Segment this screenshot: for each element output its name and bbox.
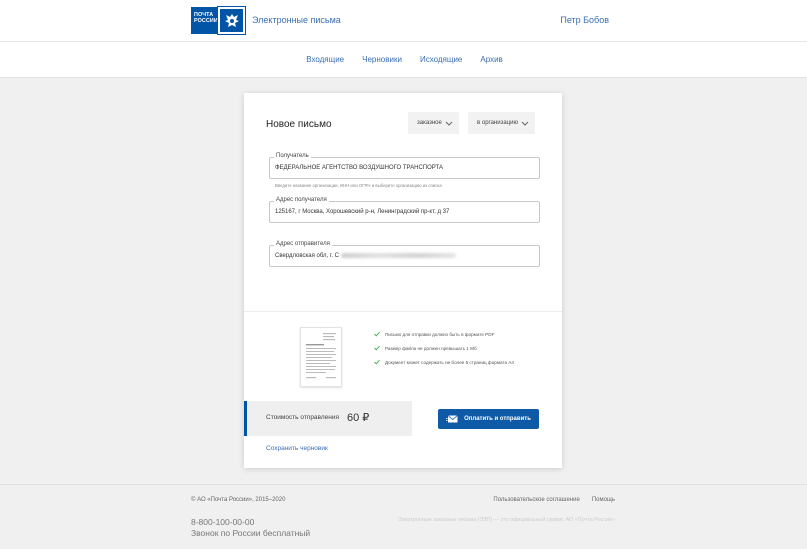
phone-note: Звонок по России бесплатный: [191, 528, 311, 538]
nav-drafts[interactable]: Черновики: [362, 55, 402, 64]
requirement-text: Письмо для отправки должно быть в формат…: [385, 331, 495, 337]
sender-address-text: Свердловская обл, г. С: [275, 253, 339, 260]
recipient-type-select[interactable]: в организацию: [468, 112, 535, 134]
user-name-link[interactable]: Петр Бобов: [560, 15, 609, 25]
copyright: © АО «Почта России», 2015–2020: [191, 497, 286, 503]
chevron-down-icon: [521, 121, 529, 126]
main-nav: Входящие Черновики Исходящие Архив: [0, 42, 807, 78]
recipient-label: Получатель: [274, 153, 311, 159]
letter-type-select[interactable]: заказное: [408, 112, 459, 134]
footer-divider: [0, 484, 807, 485]
cost-label: Стоимость отправления: [266, 414, 339, 421]
chevron-down-icon: [445, 121, 453, 126]
footer-links: Пользовательское соглашение Помощь: [493, 497, 615, 503]
requirement-item: Документ может содержать не более 5 стра…: [374, 355, 514, 369]
pay-button-label: Оплатить и отправить: [464, 416, 531, 422]
requirement-item: Письмо для отправки должно быть в формат…: [374, 327, 514, 341]
recipient-hint: Введите название организации, ИНН или ОГ…: [275, 183, 442, 188]
check-icon: [374, 331, 380, 337]
top-bar: ПОЧТА РОССИИ Электронные письма Петр Боб…: [0, 0, 807, 42]
recipient-input[interactable]: ФЕДЕРАЛЬНОЕ АГЕНТСТВО ВОЗДУШНОГО ТРАНСПО…: [275, 165, 537, 171]
russian-post-logo[interactable]: ПОЧТА РОССИИ: [191, 6, 246, 35]
cost-panel: Стоимость отправления 60 ₽: [244, 401, 412, 436]
sender-address-input[interactable]: Свердловская обл, г. С: [275, 253, 537, 259]
sender-address-field[interactable]: Адрес отправителя Свердловская обл, г. С: [269, 241, 540, 267]
sender-address-label: Адрес отправителя: [274, 241, 332, 247]
nav-inbox[interactable]: Входящие: [306, 55, 344, 64]
document-preview[interactable]: [300, 327, 342, 387]
recipient-address-label: Адрес получателя: [274, 197, 329, 203]
nav-archive[interactable]: Архив: [480, 55, 502, 64]
eagle-emblem-icon: [217, 6, 246, 35]
recipient-address-input[interactable]: 125167, г Москва, Хорошевский р-н, Ленин…: [275, 209, 537, 215]
recipient-address-field[interactable]: Адрес получателя 125167, г Москва, Хорош…: [269, 197, 540, 223]
check-icon: [374, 359, 380, 365]
support-phone[interactable]: 8-800-100-00-00: [191, 517, 254, 527]
requirement-text: Документ может содержать не более 5 стра…: [385, 359, 514, 365]
file-requirements: Письмо для отправки должно быть в формат…: [374, 327, 514, 369]
official-service-note: Электронные заказные письма (ЭЗП) — это …: [398, 517, 615, 523]
redacted-text: [341, 253, 456, 258]
user-agreement-link[interactable]: Пользовательское соглашение: [493, 497, 579, 503]
letter-type-value: заказное: [417, 120, 442, 126]
requirement-text: Размер файла не должен превышать 1 Мб: [385, 345, 477, 351]
requirement-item: Размер файла не должен превышать 1 Мб: [374, 341, 514, 355]
logo-wordmark: ПОЧТА РОССИИ: [191, 7, 218, 34]
document-thumbnail-icon: [301, 328, 341, 386]
divider: [244, 311, 562, 312]
logo-line-2: РОССИИ: [194, 18, 218, 24]
service-title[interactable]: Электронные письма: [252, 15, 341, 25]
new-letter-card: Новое письмо заказное в организацию Полу…: [244, 93, 562, 468]
recipient-field[interactable]: Получатель ФЕДЕРАЛЬНОЕ АГЕНТСТВО ВОЗДУШН…: [269, 153, 540, 179]
check-icon: [374, 345, 380, 351]
cost-value: 60 ₽: [347, 412, 370, 424]
save-draft-link[interactable]: Сохранить черновик: [266, 445, 328, 452]
envelope-icon: [446, 415, 458, 423]
recipient-type-value: в организацию: [477, 120, 518, 126]
page-title: Новое письмо: [266, 119, 332, 130]
help-link[interactable]: Помощь: [592, 497, 615, 503]
nav-outgoing[interactable]: Исходящие: [420, 55, 462, 64]
pay-and-send-button[interactable]: Оплатить и отправить: [438, 409, 539, 429]
